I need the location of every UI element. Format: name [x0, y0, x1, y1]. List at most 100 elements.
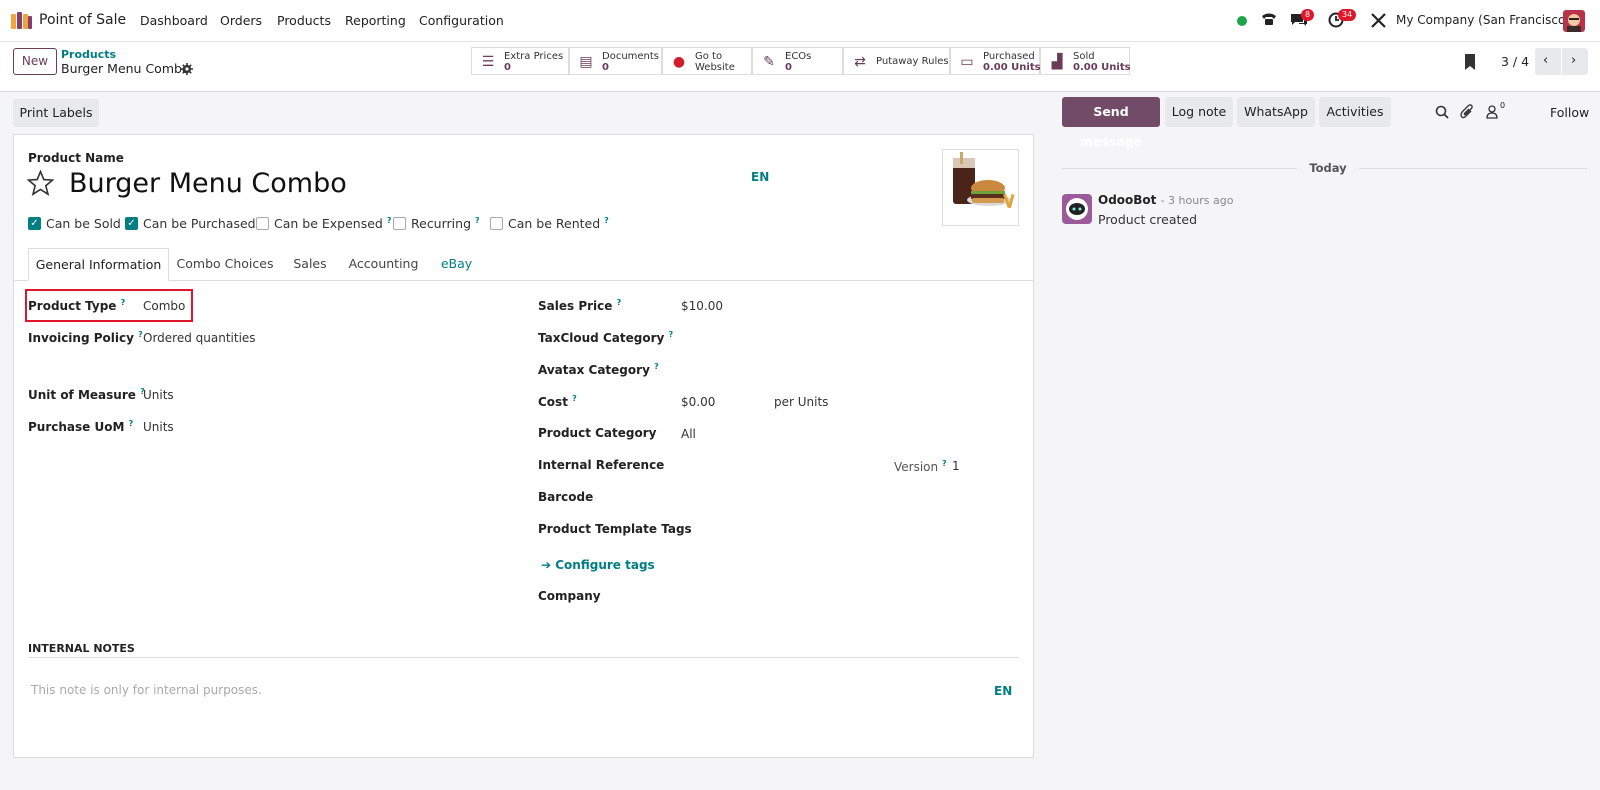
- help-icon[interactable]: ?: [942, 459, 947, 468]
- can-be-expensed-label: Can be Expensed ?: [274, 216, 392, 231]
- menu-configuration[interactable]: Configuration: [419, 13, 504, 28]
- menu-reporting[interactable]: Reporting: [345, 13, 406, 28]
- menu-products[interactable]: Products: [277, 13, 331, 28]
- help-icon[interactable]: ?: [121, 298, 126, 307]
- putaway-rules-label: Putaway Rules: [876, 56, 949, 67]
- version-label: Version ?: [894, 459, 947, 474]
- pager-next-button[interactable]: ›: [1562, 48, 1588, 75]
- cost-field[interactable]: $0.00: [681, 395, 715, 409]
- followers-count: 0: [1500, 101, 1506, 110]
- go-to-website-button[interactable]: ● Go to Website: [662, 47, 752, 75]
- product-type-field[interactable]: Combo: [143, 299, 185, 313]
- tab-combo-choices[interactable]: Combo Choices: [169, 248, 281, 281]
- configure-tags-link[interactable]: ➔ Configure tags: [541, 558, 655, 572]
- follow-button[interactable]: Follow: [1550, 105, 1589, 120]
- help-icon[interactable]: ?: [604, 216, 609, 225]
- tab-general-information[interactable]: General Information: [28, 248, 169, 281]
- send-message-button[interactable]: Send message: [1062, 97, 1160, 149]
- wrench-icon: ✎: [763, 54, 775, 70]
- avatax-text: Avatax Category: [538, 363, 650, 377]
- version-field[interactable]: 1: [952, 459, 960, 473]
- putaway-rules-button[interactable]: ⇄ Putaway Rules: [843, 47, 950, 75]
- help-icon[interactable]: ?: [572, 394, 577, 403]
- sold-button[interactable]: ▟ Sold 0.00 Units: [1040, 47, 1131, 75]
- help-icon[interactable]: ?: [387, 216, 392, 225]
- company-field[interactable]: [681, 584, 1001, 604]
- credit-card-icon: ▭: [960, 54, 974, 70]
- user-avatar[interactable]: [1563, 10, 1585, 32]
- invoicing-policy-field[interactable]: Ordered quantities: [143, 331, 256, 345]
- author-name: OdooBot: [1098, 193, 1157, 207]
- tools-icon[interactable]: [1371, 13, 1386, 28]
- menu-dashboard[interactable]: Dashboard: [140, 13, 208, 28]
- recurring-checkbox[interactable]: [393, 217, 406, 230]
- company-switcher[interactable]: My Company (San Francisco): [1396, 13, 1570, 27]
- avatax-category-field[interactable]: [681, 357, 1001, 377]
- star-icon[interactable]: [26, 169, 55, 196]
- chevron-right-icon: ›: [1571, 53, 1577, 68]
- purchased-button[interactable]: ▭ Purchased 0.00 Units: [950, 47, 1041, 75]
- can-be-sold-label: Can be Sold: [46, 216, 121, 231]
- help-icon[interactable]: ?: [617, 298, 622, 307]
- taxcloud-category-field[interactable]: [681, 325, 1001, 345]
- search-icon[interactable]: [1435, 105, 1449, 119]
- tab-ebay[interactable]: eBay: [428, 248, 485, 281]
- menu-orders[interactable]: Orders: [220, 13, 262, 28]
- odoobot-avatar: [1062, 194, 1092, 224]
- app-name[interactable]: Point of Sale: [39, 12, 126, 28]
- ecos-button[interactable]: ✎ ECOs 0: [752, 47, 843, 75]
- barcode-field[interactable]: [681, 485, 1001, 505]
- can-be-sold-checkbox[interactable]: ✓: [28, 217, 41, 230]
- version-text: Version: [894, 460, 939, 474]
- app-logo-icon[interactable]: [11, 12, 33, 29]
- product-type-label: Product Type ?: [28, 298, 125, 313]
- followers-icon[interactable]: [1486, 105, 1498, 119]
- activities-button[interactable]: Activities: [1319, 97, 1391, 127]
- product-name-input[interactable]: Burger Menu Combo: [69, 168, 347, 199]
- extra-prices-button[interactable]: ☰ Extra Prices 0: [471, 47, 569, 75]
- notes-lang-button[interactable]: EN: [994, 684, 1012, 698]
- tab-sales[interactable]: Sales: [281, 248, 339, 281]
- can-be-expensed-checkbox[interactable]: [256, 217, 269, 230]
- taxcloud-category-label: TaxCloud Category ?: [538, 330, 673, 345]
- recurring-text: Recurring: [411, 216, 471, 232]
- purchase-uom-label: Purchase UoM ?: [28, 419, 133, 434]
- globe-icon: ●: [672, 54, 686, 70]
- bookmark-icon[interactable]: [1464, 54, 1476, 70]
- gear-icon[interactable]: [181, 63, 193, 75]
- message-time: - 3 hours ago: [1160, 194, 1234, 207]
- product-name-label: Product Name: [28, 151, 124, 165]
- pager-value[interactable]: 3 / 4: [1501, 54, 1529, 69]
- internal-reference-field[interactable]: [681, 453, 881, 473]
- internal-notes-title: INTERNAL NOTES: [28, 642, 135, 655]
- sold-units: 0.00 Units: [1073, 62, 1131, 73]
- can-be-rented-text: Can be Rented: [508, 216, 601, 232]
- pager-prev-button[interactable]: ‹: [1535, 48, 1561, 75]
- new-button[interactable]: New: [13, 48, 57, 75]
- breadcrumb-products[interactable]: Products: [61, 48, 116, 61]
- documents-button[interactable]: ▤ Documents 0: [569, 47, 662, 75]
- help-icon[interactable]: ?: [129, 419, 134, 428]
- log-note-button[interactable]: Log note: [1165, 97, 1233, 127]
- help-icon[interactable]: ?: [669, 330, 674, 339]
- lang-translate-button[interactable]: EN: [751, 170, 769, 184]
- phone-icon[interactable]: [1260, 11, 1278, 29]
- print-labels-button[interactable]: Print Labels: [13, 99, 99, 127]
- whatsapp-button[interactable]: WhatsApp: [1237, 97, 1315, 127]
- tab-accounting[interactable]: Accounting: [339, 248, 428, 281]
- internal-notes-input[interactable]: This note is only for internal purposes.: [31, 683, 262, 697]
- can-be-rented-checkbox[interactable]: [490, 217, 503, 230]
- product-type-text: Product Type: [28, 299, 117, 313]
- help-icon[interactable]: ?: [475, 216, 480, 225]
- can-be-purchased-checkbox[interactable]: ✓: [125, 217, 138, 230]
- product-category-field[interactable]: All: [681, 427, 696, 441]
- help-icon[interactable]: ?: [654, 362, 659, 371]
- purchase-uom-field[interactable]: Units: [143, 420, 174, 434]
- cost-unit: per Units: [774, 395, 829, 409]
- message-body: Product created: [1098, 212, 1198, 227]
- product-image[interactable]: [942, 149, 1019, 226]
- control-panel: New Products Burger Menu Combo ☰ Extra P…: [0, 42, 1600, 92]
- paperclip-icon[interactable]: [1460, 104, 1474, 120]
- sales-price-field[interactable]: $10.00: [681, 299, 723, 313]
- uom-field[interactable]: Units: [143, 388, 174, 402]
